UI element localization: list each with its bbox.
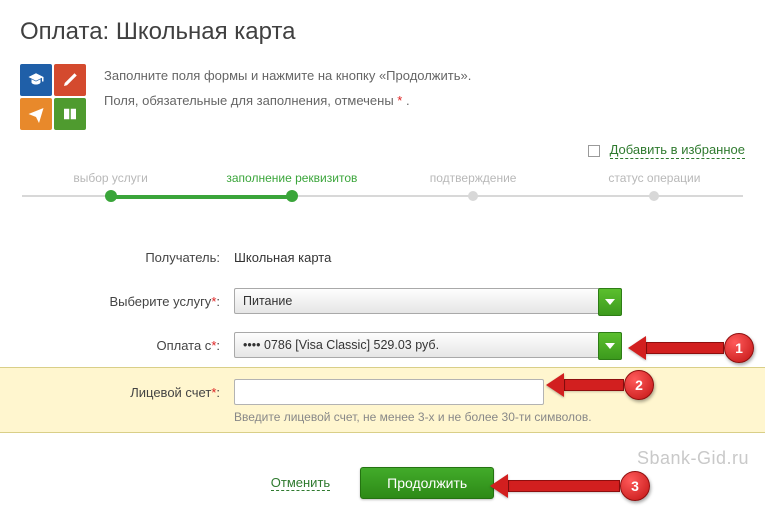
intro-line-1: Заполните поля формы и нажмите на кнопку… <box>104 64 471 89</box>
callout-bubble-3: 3 <box>620 471 650 501</box>
progress-stepper: выбор услуги заполнение реквизитов подтв… <box>20 171 745 209</box>
row-recipient: Получатель: Школьная карта <box>20 235 745 279</box>
logo-icon-plane <box>20 98 52 130</box>
step-label-4: статус операции <box>564 171 745 185</box>
cancel-button[interactable]: Отменить <box>271 475 330 491</box>
step-label-2: заполнение реквизитов <box>201 171 382 185</box>
row-account: Лицевой счет*: Введите лицевой счет, не … <box>0 367 765 433</box>
recipient-value: Школьная карта <box>234 250 331 265</box>
continue-button[interactable]: Продолжить <box>360 467 494 499</box>
step-label-3: подтверждение <box>383 171 564 185</box>
step-dot-3 <box>468 191 478 201</box>
intro-line2-prefix: Поля, обязательные для заполнения, отмеч… <box>104 93 397 108</box>
pay-from-label: Оплата с <box>156 338 211 353</box>
step-dot-4 <box>649 191 659 201</box>
service-select-chevron[interactable] <box>598 288 622 316</box>
pay-from-select-chevron[interactable] <box>598 332 622 360</box>
row-pay-from: Оплата с*: •••• 0786 [Visa Classic] 529.… <box>20 323 745 367</box>
intro-line-2: Поля, обязательные для заполнения, отмеч… <box>104 89 471 114</box>
colon: : <box>216 385 220 400</box>
step-dot-2 <box>286 190 298 202</box>
account-input[interactable] <box>234 379 544 405</box>
logo-icon-books <box>54 98 86 130</box>
logo-icon-pen <box>54 64 86 96</box>
page-title: Оплата: Школьная карта <box>20 18 745 46</box>
row-service: Выберите услугу*: Питание <box>20 279 745 323</box>
intro-block: Заполните поля формы и нажмите на кнопку… <box>20 64 745 130</box>
step-dot-1 <box>105 190 117 202</box>
callout-arrow-3: 3 <box>490 471 650 501</box>
favorite-icon <box>588 145 600 157</box>
add-to-favorites-link[interactable]: Добавить в избранное <box>610 142 745 159</box>
logo-icon-cap <box>20 64 52 96</box>
colon: : <box>216 338 220 353</box>
pay-from-select-value: •••• 0786 [Visa Classic] 529.03 руб. <box>243 338 439 352</box>
pay-from-select[interactable]: •••• 0786 [Visa Classic] 529.03 руб. <box>234 332 622 358</box>
intro-line2-suffix: . <box>402 93 409 108</box>
service-logo <box>20 64 86 130</box>
colon: : <box>216 294 220 309</box>
footer-actions: Отменить Продолжить 3 <box>20 467 745 499</box>
step-label-1: выбор услуги <box>20 171 201 185</box>
account-label: Лицевой счет <box>130 385 211 400</box>
recipient-label: Получатель: <box>20 250 234 265</box>
service-select[interactable]: Питание <box>234 288 622 314</box>
service-select-value: Питание <box>243 294 292 308</box>
service-label: Выберите услугу <box>109 294 211 309</box>
intro-text: Заполните поля формы и нажмите на кнопку… <box>104 64 471 113</box>
watermark: Sbank-Gid.ru <box>637 448 749 469</box>
account-hint: Введите лицевой счет, не менее 3-х и не … <box>234 410 745 424</box>
